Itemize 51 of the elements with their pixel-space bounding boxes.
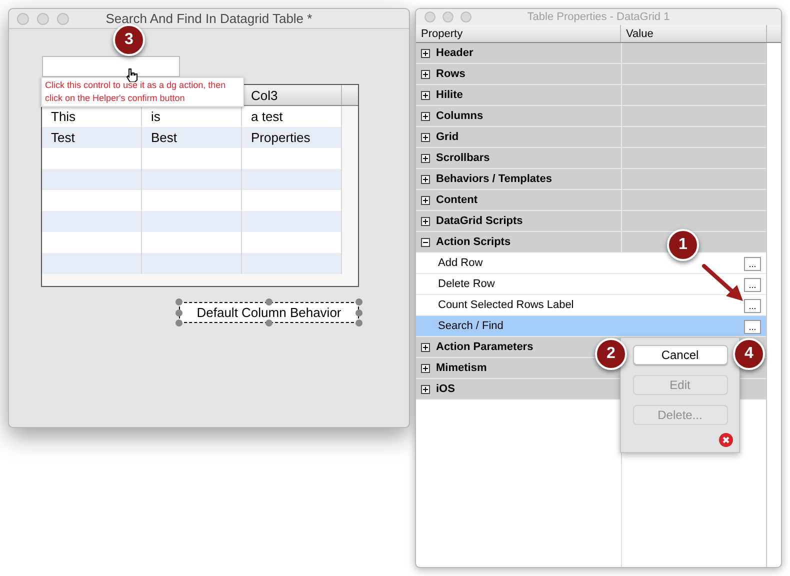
expand-icon[interactable] [421,154,430,162]
expand-icon[interactable] [421,196,430,204]
table-cell: Test [51,130,75,145]
tooltip: Click this control to use it as a dg action, then click on the Helper's confirm button [41,77,244,107]
expand-icon[interactable] [421,364,430,372]
table-cell: Properties [251,130,310,145]
ellipsis-button[interactable]: ... [744,299,761,313]
table-cell: Best [151,130,178,145]
table-cell: is [151,109,160,124]
expand-icon[interactable] [421,174,430,184]
property-group[interactable]: Rows [436,66,466,82]
ellipsis-button[interactable]: ... [744,278,761,292]
expand-icon[interactable] [421,342,430,352]
property-group[interactable]: iOS [436,380,455,398]
table-cell: a test [251,109,283,124]
expand-icon[interactable] [421,384,430,394]
input-field[interactable] [42,56,180,77]
popup-button[interactable]: Cancel [632,345,728,365]
expand-icon[interactable] [421,112,430,120]
window-title: Table Properties - DataGrid 1 [527,10,670,25]
arrow [702,264,743,301]
property-row[interactable]: Delete Row ... [416,274,766,295]
ellipsis-button[interactable]: ... [744,257,761,271]
property-group[interactable]: Scrollbars [436,150,490,166]
hand-cursor-icon [126,68,138,82]
property-group[interactable]: Hilite [436,86,463,104]
collapse-icon[interactable] [421,238,430,246]
property-group[interactable]: Action Parameters [436,338,534,356]
expand-icon[interactable] [421,48,430,58]
default-column-behavior-button[interactable]: Default Column Behavior [179,302,359,323]
property-group[interactable]: Content [436,192,478,208]
property-group[interactable]: Grid [436,128,459,146]
column-header[interactable]: Col3 [251,88,278,103]
expand-icon[interactable] [421,216,430,226]
expand-icon[interactable] [421,70,430,78]
column-header[interactable]: Value [621,25,767,42]
expand-icon[interactable] [421,90,430,100]
table-cell: This [51,109,76,124]
selection-handle[interactable] [266,320,272,326]
property-group[interactable]: Mimetism [436,360,487,376]
property-row[interactable]: Add Row ... [416,253,766,274]
selection-handle[interactable] [266,298,272,306]
property-group[interactable]: Action Scripts [436,234,511,250]
expand-icon[interactable] [421,132,430,142]
property-row[interactable]: Count Selected Rows Label ... [416,295,766,316]
close-icon[interactable] [719,433,733,447]
property-group[interactable]: Header [436,44,474,62]
property-row[interactable]: Search / Find ... [416,316,766,337]
property-group[interactable]: Columns [436,108,484,124]
ellipsis-button[interactable]: ... [744,320,761,334]
column-header[interactable]: Property [416,25,621,42]
